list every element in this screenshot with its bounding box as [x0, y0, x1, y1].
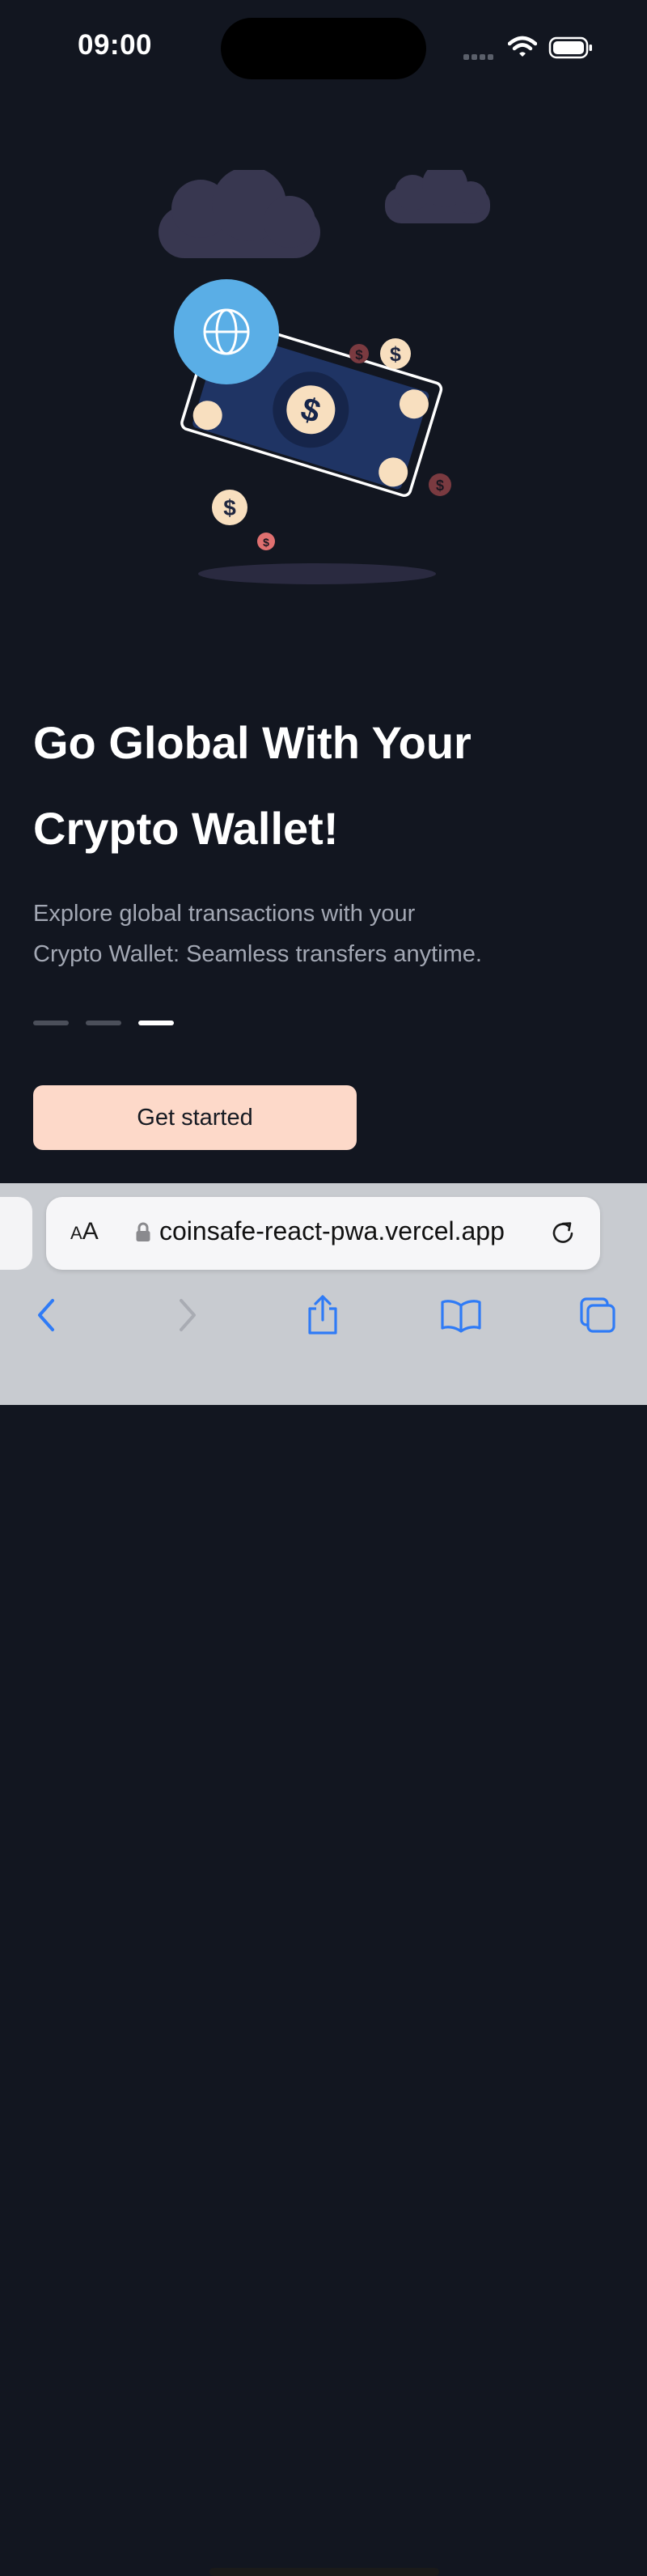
dynamic-island: [221, 18, 426, 79]
text-size-button[interactable]: AA: [70, 1218, 99, 1246]
ground-shadow: [198, 563, 436, 584]
svg-text:$: $: [355, 347, 363, 363]
onboarding-screen: 09:00 $ $ $ $ $ $ Go Global With Your Cr…: [0, 0, 647, 1183]
bookmarks-icon: [441, 1300, 481, 1333]
svg-text:$: $: [223, 495, 236, 520]
browser-toolbar: AA coinsafe-react-pwa.vercel.app: [0, 1183, 647, 2576]
dollar-coin-icon: $: [257, 533, 275, 550]
dollar-coin-icon: $: [429, 473, 451, 496]
get-started-button[interactable]: Get started: [33, 1085, 357, 1150]
reload-icon[interactable]: [549, 1220, 577, 1247]
subtitle-line-1: Explore global transactions with your: [33, 901, 416, 927]
forward-button[interactable]: [163, 1291, 211, 1339]
page-indicator-dot-active[interactable]: [138, 1021, 174, 1025]
tabs-button[interactable]: [573, 1291, 622, 1339]
dollar-coin-icon: $: [380, 338, 411, 369]
url-text[interactable]: coinsafe-react-pwa.vercel.app: [159, 1216, 531, 1246]
page-indicator-dot[interactable]: [86, 1021, 121, 1025]
svg-text:$: $: [390, 343, 401, 366]
globe-icon: [174, 279, 279, 384]
tabs-icon: [580, 1297, 615, 1333]
forward-icon: [180, 1299, 196, 1331]
title-line-2: Crypto Wallet!: [33, 803, 339, 854]
back-icon: [38, 1299, 54, 1331]
address-bar[interactable]: AA coinsafe-react-pwa.vercel.app: [46, 1197, 600, 1270]
lock-icon: [136, 1222, 150, 1241]
home-indicator[interactable]: [209, 2568, 439, 2576]
share-icon: [308, 1295, 337, 1335]
page-title: Go Global With Your Crypto Wallet!: [33, 700, 599, 872]
status-bar: 09:00: [0, 0, 647, 89]
bookmarks-button[interactable]: [437, 1291, 485, 1339]
svg-text:$: $: [436, 477, 444, 494]
page-indicator-dot[interactable]: [33, 1021, 69, 1025]
cloud-icon: [385, 170, 490, 223]
wifi-icon: [508, 36, 537, 57]
page-subtitle: Explore global transactions with your Cr…: [33, 893, 551, 974]
cloud-icon: [159, 170, 320, 258]
share-button[interactable]: [298, 1291, 347, 1339]
dollar-coin-icon: $: [212, 490, 247, 525]
cellular-signal-icon: [463, 49, 496, 64]
title-line-1: Go Global With Your: [33, 717, 472, 768]
status-time: 09:00: [78, 29, 153, 61]
back-button[interactable]: [23, 1291, 71, 1339]
svg-text:$: $: [263, 536, 269, 549]
subtitle-line-2: Crypto Wallet: Seamless transfers anytim…: [33, 941, 482, 967]
battery-icon: [548, 36, 592, 59]
hero-illustration: $ $ $ $ $ $: [159, 170, 490, 584]
previous-tab-preview[interactable]: [0, 1197, 32, 1270]
dollar-coin-icon: $: [349, 344, 369, 363]
